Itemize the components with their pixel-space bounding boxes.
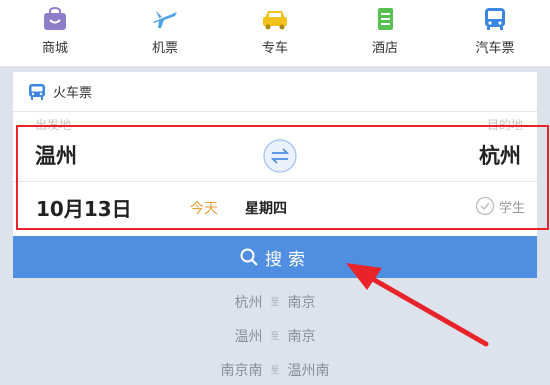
- category-flight[interactable]: 机票: [110, 0, 220, 66]
- history-sep: 至: [270, 298, 280, 308]
- history-from: 南京南: [220, 363, 263, 379]
- shop-bag-icon: [44, 7, 66, 30]
- history-sep: 至: [270, 332, 280, 342]
- car-icon: [263, 11, 287, 30]
- history-item[interactable]: 南京南至温州南: [0, 360, 550, 380]
- history-sep: 至: [270, 366, 280, 376]
- card-title: 火车票: [53, 86, 93, 101]
- history-item[interactable]: 杭州至南京: [0, 292, 550, 312]
- category-bar: 商城 机票 专车 酒店 汽车票: [0, 0, 550, 66]
- airplane-icon: [153, 11, 177, 28]
- search-icon: [240, 248, 258, 266]
- category-hotel[interactable]: 酒店: [330, 0, 440, 66]
- history-to: 温州南: [287, 363, 330, 379]
- train-icon: [29, 83, 45, 100]
- category-label: 商城: [41, 41, 68, 56]
- hotel-icon: [378, 8, 393, 30]
- category-label: 专车: [261, 41, 288, 56]
- bus-icon: [485, 8, 505, 30]
- category-bus[interactable]: 汽车票: [440, 0, 550, 66]
- category-car[interactable]: 专车: [220, 0, 330, 66]
- category-label: 汽车票: [475, 41, 515, 56]
- search-button[interactable]: 搜索: [13, 236, 537, 278]
- category-shop[interactable]: 商城: [0, 0, 110, 66]
- category-label: 酒店: [371, 41, 398, 56]
- highlight-box: [16, 125, 549, 230]
- history-from: 温州: [234, 329, 263, 345]
- search-label: 搜索: [265, 249, 311, 270]
- history-to: 南京: [287, 329, 316, 345]
- card-header: 火车票: [13, 72, 537, 112]
- history-item[interactable]: 温州至南京: [0, 326, 550, 346]
- category-label: 机票: [151, 41, 178, 56]
- history-to: 南京: [287, 295, 316, 311]
- history-from: 杭州: [234, 295, 263, 311]
